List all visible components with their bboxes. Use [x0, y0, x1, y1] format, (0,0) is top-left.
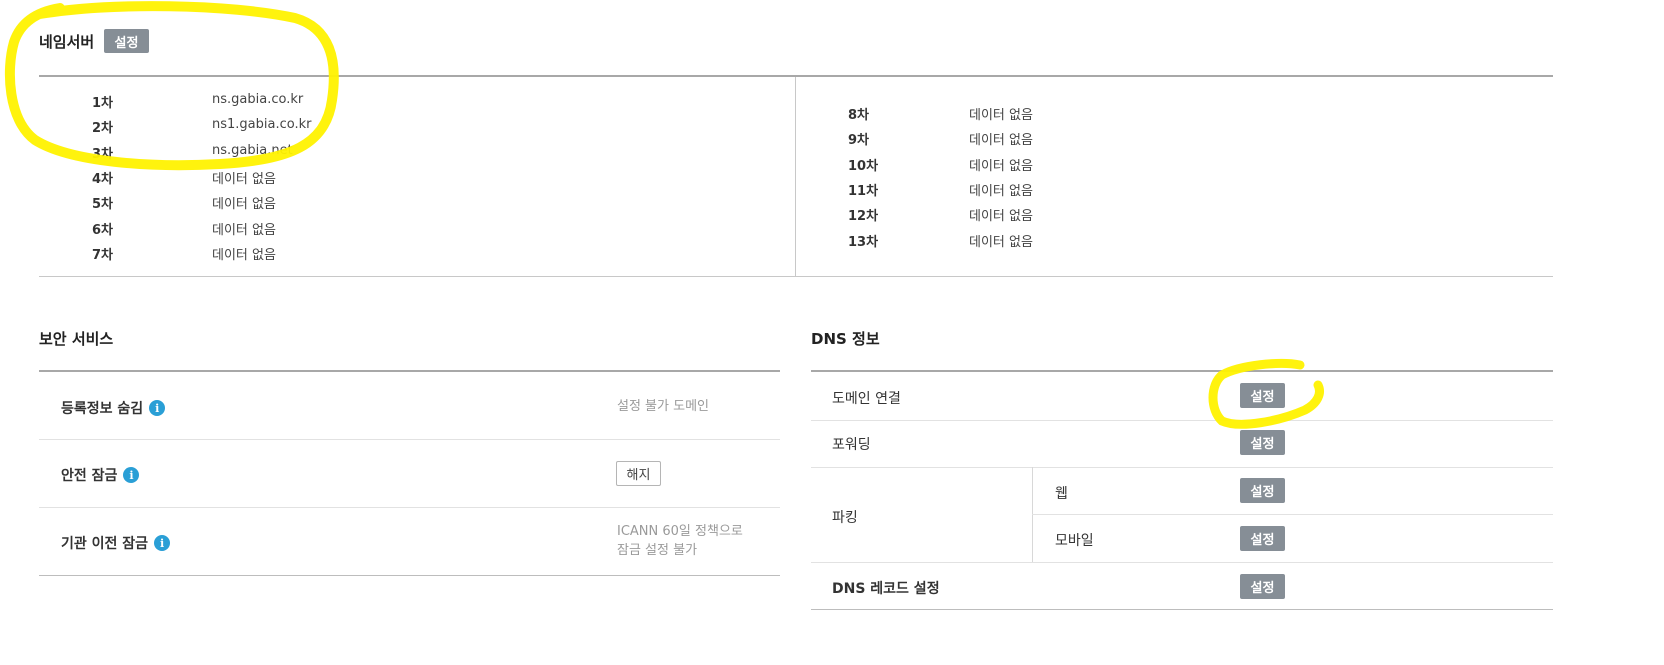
nameserver-order-label: 5차	[92, 197, 114, 213]
privacy-status: 설정 불가 도메인	[617, 399, 709, 414]
dns-bottom-divider	[811, 609, 1553, 610]
nameserver-value: 데이터 없음	[969, 183, 1033, 199]
safe-lock-release-button[interactable]: 해지	[616, 461, 661, 486]
nameserver-order-label: 13차	[848, 234, 879, 250]
nameserver-value: ns.gabia.co.kr	[212, 92, 304, 107]
nameserver-value: 데이터 없음	[212, 171, 276, 187]
forwarding-set-button[interactable]: 설정	[1240, 430, 1285, 455]
nameserver-order-label: 12차	[848, 209, 879, 225]
nameserver-order-label: 4차	[92, 171, 114, 187]
security-row-divider	[39, 507, 780, 508]
security-row-safe-lock: 안전 잠금 i	[61, 465, 140, 485]
info-icon[interactable]: i	[123, 467, 140, 483]
nameserver-order-label: 9차	[848, 133, 870, 149]
nameserver-order-label: 3차	[92, 146, 114, 162]
nameserver-column-divider	[795, 77, 796, 276]
nameserver-order-label: 1차	[92, 96, 114, 111]
security-title: 보안 서비스	[39, 330, 114, 348]
nameserver-order-label: 6차	[92, 222, 114, 238]
nameserver-value: 데이터 없음	[212, 197, 276, 213]
dns-record-set-button[interactable]: 설정	[1240, 574, 1285, 599]
nameserver-value: 데이터 없음	[969, 234, 1033, 250]
forwarding-label: 포워딩	[832, 437, 871, 453]
nameserver-order-label: 10차	[848, 158, 879, 174]
privacy-label: 등록정보 숨김	[61, 401, 144, 417]
dns-row-divider	[811, 420, 1553, 421]
transfer-lock-status: ICANN 60일 정책으로 잠금 설정 불가	[617, 522, 743, 560]
nameserver-order-label: 7차	[92, 247, 114, 263]
dns-row-divider	[811, 562, 1553, 563]
highlight-circle-nameserver	[4, 1, 339, 171]
security-top-divider	[39, 370, 780, 372]
parking-mobile-set-button[interactable]: 설정	[1240, 526, 1285, 551]
security-row-transfer-lock: 기관 이전 잠금 i	[61, 533, 171, 553]
security-bottom-divider	[39, 575, 780, 576]
nameserver-title: 네임서버	[39, 33, 95, 51]
nameserver-top-divider	[39, 75, 1553, 77]
info-icon[interactable]: i	[149, 400, 166, 416]
security-row-divider	[39, 439, 780, 440]
nameserver-value: 데이터 없음	[969, 209, 1033, 225]
nameserver-value: ns.gabia.net	[212, 142, 293, 158]
nameserver-value: 데이터 없음	[212, 222, 276, 238]
dns-row-divider	[1032, 514, 1553, 515]
nameserver-order-label: 11차	[848, 183, 879, 199]
dns-top-divider	[811, 370, 1553, 372]
parking-label: 파킹	[832, 510, 858, 526]
dns-record-label: DNS 레코드 설정	[832, 581, 940, 597]
nameserver-set-button[interactable]: 설정	[104, 29, 149, 53]
nameserver-value: 데이터 없음	[212, 247, 276, 263]
nameserver-order-label: 8차	[848, 108, 870, 123]
nameserver-value: ns1.gabia.co.kr	[212, 117, 312, 133]
security-row-privacy: 등록정보 숨김 i	[61, 398, 166, 418]
domain-link-set-button[interactable]: 설정	[1240, 383, 1285, 408]
parking-web-label: 웹	[1055, 486, 1068, 502]
dns-title: DNS 정보	[811, 330, 880, 348]
transfer-lock-status-line: 잠금 설정 불가	[617, 543, 698, 558]
nameserver-value: 데이터 없음	[969, 133, 1033, 149]
safe-lock-label: 안전 잠금	[61, 468, 118, 484]
transfer-lock-label: 기관 이전 잠금	[61, 536, 149, 552]
nameserver-order-label: 2차	[92, 121, 114, 137]
nameserver-value: 데이터 없음	[969, 158, 1033, 174]
dns-row-divider	[811, 467, 1553, 468]
info-icon[interactable]: i	[154, 535, 171, 551]
nameserver-bottom-divider	[39, 276, 1553, 277]
transfer-lock-status-line: ICANN 60일 정책으로	[617, 524, 743, 539]
nameserver-value: 데이터 없음	[969, 108, 1033, 123]
parking-mobile-label: 모바일	[1055, 533, 1094, 549]
domain-link-label: 도메인 연결	[832, 391, 901, 407]
parking-web-set-button[interactable]: 설정	[1240, 478, 1285, 503]
